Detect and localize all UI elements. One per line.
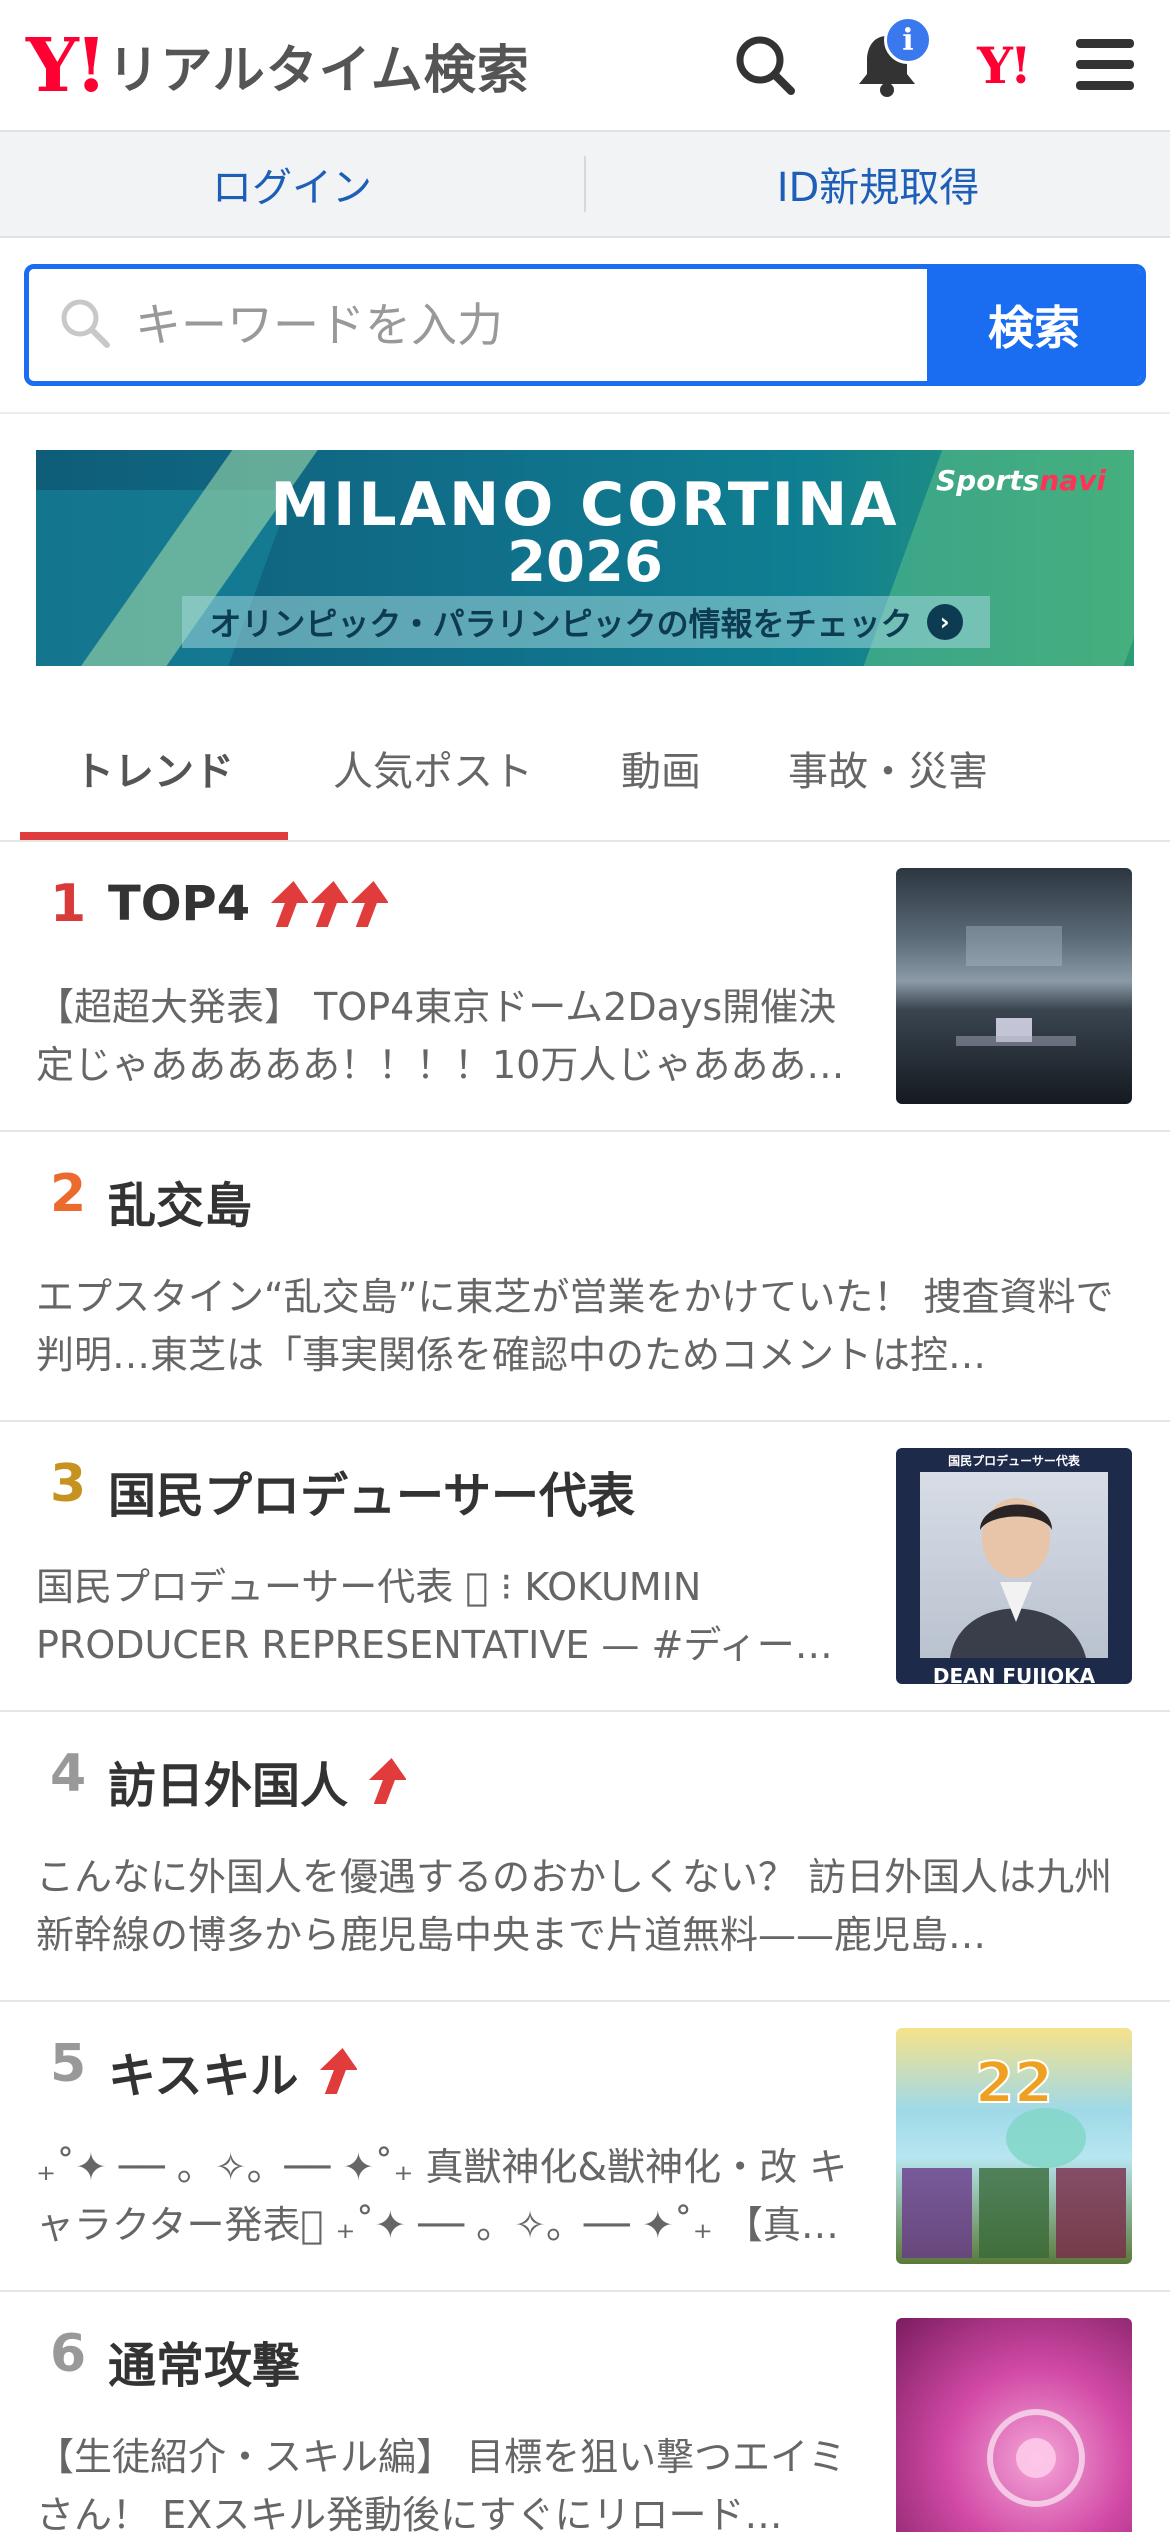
trend-arrows <box>264 879 389 929</box>
trend-description: 国民プロデューサー代表 􀠀 ⁝ KOKUMIN PRODUCER REPRESE… <box>36 1565 833 1667</box>
trend-title-row: TOP4 <box>108 876 389 932</box>
trend-rank: 1 <box>50 874 87 934</box>
search-field[interactable] <box>29 269 927 381</box>
chevron-right-icon: › <box>926 604 963 640</box>
olympics-banner[interactable]: Sportsnavi MILANO CORTINA 2026 オリンピック・パラ… <box>36 450 1134 666</box>
search-box: 検索 <box>24 264 1146 386</box>
banner-cta: オリンピック・パラリンピックの情報をチェック › <box>182 596 990 648</box>
trend-description: ₊˚✦ ── 。✧。── ✦˚₊ 真獣神化&獣神化・改 キャラクター発表􀠀 ₊˚… <box>36 2145 848 2247</box>
trend-rank: 3 <box>50 1454 87 1514</box>
logo-text: リアルタイム検索 <box>107 41 530 101</box>
trend-item[interactable]: 2 乱交島 エプスタイン“乱交島”に東芝が営業をかけていた！ 捜査資料で判明…東… <box>0 1132 1170 1422</box>
trend-item[interactable]: 4 訪日外国人 こんなに外国人を優遇するのおかしくない？ 訪日外国人は九州新幹線… <box>0 1712 1170 2002</box>
up-arrow-icon <box>351 881 389 927</box>
trend-title-row: 国民プロデューサー代表 <box>108 1456 635 1526</box>
tab-accidents-disasters[interactable]: 事故・災害 <box>744 700 1032 836</box>
notification-badge: i <box>884 16 932 64</box>
category-tabs: トレンド 人気ポスト 動画 事故・災害 <box>0 700 1170 842</box>
search-area: 検索 <box>0 238 1170 414</box>
trend-title-row: 通常攻撃 <box>108 2326 300 2396</box>
trend-item[interactable]: 1 TOP4 【超超大発表】 TOP4東京ドーム2Days開催決定じゃあああああ… <box>0 842 1170 1132</box>
trend-arrows <box>362 1756 407 1806</box>
logo-mark: Y! <box>26 22 107 109</box>
menu-icon[interactable] <box>1068 28 1142 102</box>
trend-description: 【生徒紹介・スキル編】 目標を狙い撃つエイミさん！ EXスキル発動後にすぐにリロ… <box>36 2435 847 2532</box>
search-input[interactable] <box>135 298 835 352</box>
up-arrow-icon <box>319 2048 357 2094</box>
yahoo-realtime-logo[interactable]: Y! リアルタイム検索 <box>26 28 530 103</box>
search-input-icon <box>57 295 113 355</box>
trend-title: キスキル <box>108 2048 299 2104</box>
trend-title-row: キスキル <box>108 2036 357 2106</box>
up-arrow-icon <box>311 881 349 927</box>
trend-item[interactable]: 6 通常攻撃 【生徒紹介・スキル編】 目標を狙い撃つエイミさん！ EXスキル発動… <box>0 2292 1170 2532</box>
register-link[interactable]: ID新規取得 <box>586 155 1170 213</box>
trend-list: 1 TOP4 【超超大発表】 TOP4東京ドーム2Days開催決定じゃあああああ… <box>0 842 1170 2532</box>
search-icon[interactable] <box>728 28 802 102</box>
trend-thumbnail <box>896 868 1132 1104</box>
trend-description: 【超超大発表】 TOP4東京ドーム2Days開催決定じゃあああああ！！！！10万… <box>36 985 845 1087</box>
login-link[interactable]: ログイン <box>0 155 584 213</box>
trend-thumbnail: 22 <box>896 2028 1132 2264</box>
trend-title-row: 訪日外国人 <box>108 1746 407 1816</box>
trend-title: 乱交島 <box>108 1178 253 1234</box>
banner-cta-text: オリンピック・パラリンピックの情報をチェック <box>209 605 913 643</box>
thumb-caption-top: 国民プロデューサー代表 <box>948 1454 1080 1468</box>
trend-arrows <box>313 2046 357 2096</box>
up-arrow-icon <box>271 881 309 927</box>
trend-thumbnail: 国民プロデューサー代表 DEAN FUJIOKA <box>896 1448 1132 1684</box>
banner-year: 2026 <box>507 530 663 595</box>
trend-rank: 5 <box>50 2034 87 2094</box>
trend-rank: 6 <box>50 2324 87 2384</box>
trend-title-row: 乱交島 <box>108 1166 252 1236</box>
trend-item[interactable]: 3 国民プロデューサー代表 国民プロデューサー代表 􀠀 ⁝ KOKUMIN PR… <box>0 1422 1170 1712</box>
tab-video[interactable]: 動画 <box>578 700 744 836</box>
yahoo-japan-mark: Y! <box>977 35 1032 95</box>
trend-title: 国民プロデューサー代表 <box>108 1468 636 1524</box>
app-header: Y! リアルタイム検索 i Y! <box>0 0 1170 132</box>
login-bar: ログイン ID新規取得 <box>0 132 1170 238</box>
trend-rank: 2 <box>50 1164 87 1224</box>
yahoo-japan-icon[interactable]: Y! <box>966 28 1040 102</box>
tab-popular-posts[interactable]: 人気ポスト <box>288 700 578 836</box>
trend-title: 通常攻撃 <box>108 2338 301 2394</box>
trend-item[interactable]: 5 キスキル ₊˚✦ ── 。✧。── ✦˚₊ 真獣神化&獣神化・改 キャラクタ… <box>0 2002 1170 2292</box>
trend-thumbnail <box>896 2318 1132 2532</box>
trend-title: 訪日外国人 <box>108 1758 349 1814</box>
trend-description: こんなに外国人を優遇するのおかしくない？ 訪日外国人は九州新幹線の博多から鹿児島… <box>36 1855 1113 1957</box>
thumb-caption-bottom: DEAN FUJIOKA <box>932 1664 1096 1684</box>
portrait-frame <box>920 1472 1108 1658</box>
bell-icon[interactable]: i <box>850 16 932 102</box>
up-arrow-icon <box>368 1758 407 1804</box>
trend-rank: 4 <box>50 1744 87 1804</box>
search-button[interactable]: 検索 <box>927 269 1141 381</box>
svg-text:22: 22 <box>975 2051 1053 2116</box>
trend-description: エプスタイン“乱交島”に東芝が営業をかけていた！ 捜査資料で判明…東芝は「事実関… <box>36 1275 1114 1377</box>
trend-title: TOP4 <box>108 876 251 932</box>
tab-trend[interactable]: トレンド <box>20 700 288 840</box>
